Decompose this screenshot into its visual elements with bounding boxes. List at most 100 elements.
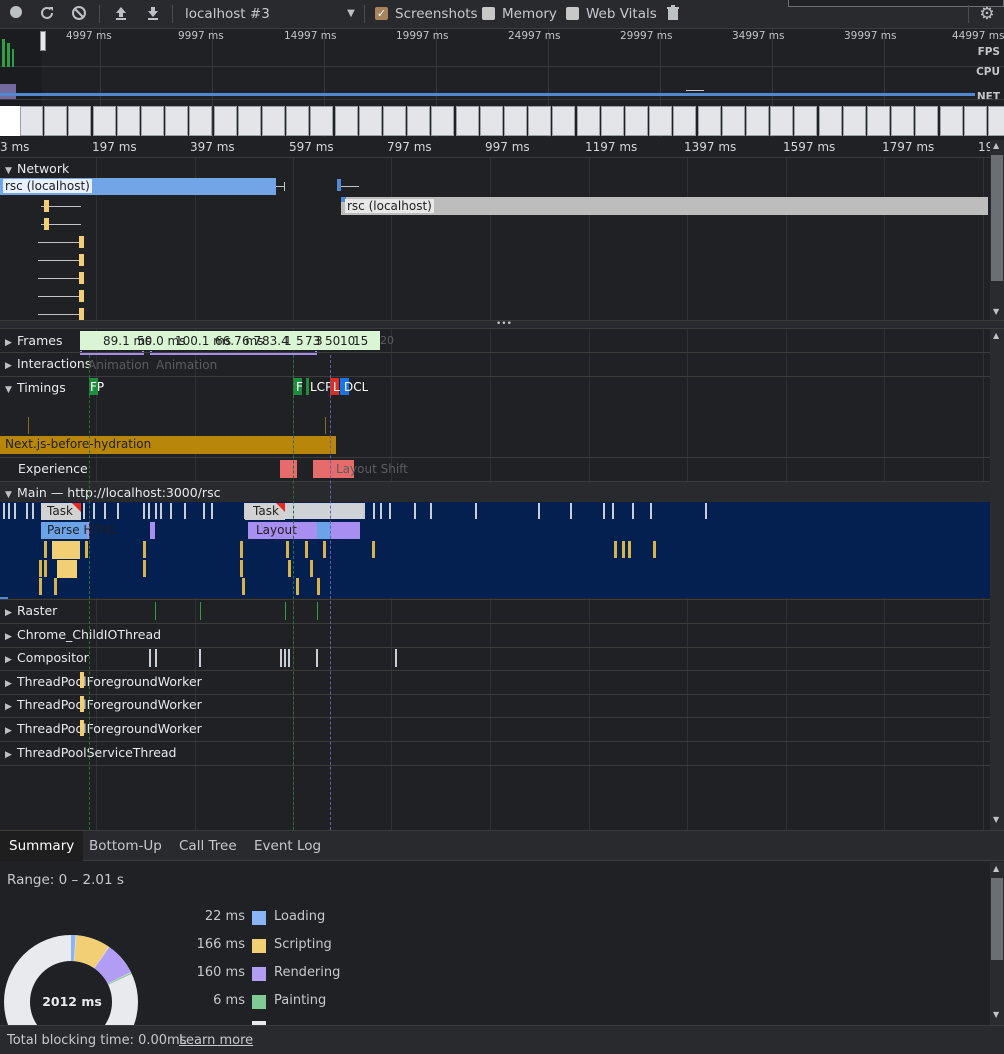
interactions-track-header[interactable]: ▶ Interactions	[5, 356, 91, 371]
scroll-down-icon[interactable]: ▼	[993, 307, 999, 316]
event-bar[interactable]	[632, 503, 634, 519]
event-bar[interactable]	[414, 503, 416, 519]
resize-handle-icon[interactable]: •••	[496, 320, 512, 329]
raster-event[interactable]	[155, 602, 156, 620]
network-track[interactable]: ▼ Network rsc (localhost) rsc (localhost)	[0, 158, 990, 320]
event-bar[interactable]	[83, 503, 85, 519]
compositor-event[interactable]	[316, 649, 318, 667]
tab-summary[interactable]: Summary	[0, 831, 84, 861]
script-bar[interactable]	[286, 541, 289, 558]
event-bar[interactable]	[373, 503, 375, 519]
script-bar[interactable]	[44, 541, 47, 558]
garbage-collect-icon[interactable]	[664, 5, 682, 23]
script-bar[interactable]	[57, 560, 77, 578]
event-bar[interactable]	[8, 503, 10, 519]
tab-event-log[interactable]: Event Log	[245, 831, 330, 861]
compositor-event[interactable]	[395, 649, 397, 667]
scrollbar-thumb[interactable]	[991, 878, 1003, 960]
script-bar[interactable]	[242, 578, 245, 595]
scroll-down-icon[interactable]: ▼	[993, 1010, 999, 1019]
scroll-down-icon[interactable]: ▼	[993, 815, 999, 824]
event-bar[interactable]	[117, 503, 119, 519]
event-bar[interactable]	[603, 503, 605, 519]
event-bar[interactable]	[32, 503, 34, 519]
timings-track-header[interactable]: ▼ Timings	[5, 380, 66, 395]
expand-triangle-icon[interactable]: ▼	[5, 166, 17, 176]
script-bar[interactable]	[240, 541, 243, 558]
script-bar[interactable]	[288, 560, 291, 577]
scrollbar-thumb[interactable]	[991, 155, 1003, 281]
request-bar[interactable]	[79, 272, 84, 284]
expand-triangle-icon[interactable]: ▼	[5, 490, 17, 500]
compositor-event[interactable]	[280, 649, 282, 667]
worker-event[interactable]	[80, 696, 84, 712]
expand-triangle-icon[interactable]: ▶	[5, 608, 17, 618]
script-bar[interactable]	[39, 560, 42, 577]
save-profile-icon[interactable]	[144, 5, 162, 23]
event-bar[interactable]	[570, 503, 572, 519]
request-bar[interactable]	[79, 290, 84, 302]
screenshots-checkbox[interactable]: ✓	[375, 7, 388, 20]
thread-header[interactable]: ▶ ThreadPoolServiceThread	[5, 745, 176, 760]
web-vitals-checkbox[interactable]	[566, 7, 579, 20]
scroll-up-icon[interactable]: ▲	[993, 141, 999, 150]
request-bar[interactable]	[79, 254, 84, 266]
script-bar[interactable]	[653, 541, 656, 558]
event-bar[interactable]	[203, 503, 205, 519]
event-bar[interactable]	[380, 503, 382, 519]
event-bar[interactable]	[211, 503, 213, 519]
tab-call-tree[interactable]: Call Tree	[170, 831, 246, 861]
event-bar[interactable]	[26, 503, 28, 519]
main-thread-header[interactable]: ▼ Main — http://localhost:3000/rsc	[5, 485, 220, 500]
frames-track-header[interactable]: ▶ Frames	[5, 333, 62, 348]
compositor-event[interactable]	[155, 649, 157, 667]
event-bar[interactable]	[475, 503, 477, 519]
raster-event[interactable]	[317, 602, 318, 620]
script-bar[interactable]	[310, 560, 313, 577]
script-bar[interactable]	[85, 541, 88, 558]
thread-header[interactable]: ▶ Raster	[5, 603, 57, 618]
event-bar[interactable]	[155, 503, 157, 519]
event-bar[interactable]	[363, 503, 365, 519]
event-bar[interactable]	[650, 503, 652, 519]
split-resizer[interactable]: •••	[0, 320, 1004, 329]
expand-triangle-icon[interactable]: ▶	[5, 361, 17, 371]
event-bar[interactable]	[160, 503, 162, 519]
event-bar[interactable]	[705, 503, 707, 519]
memory-checkbox[interactable]	[482, 7, 495, 20]
chevron-down-icon[interactable]: ▼	[342, 5, 360, 23]
selection-handle[interactable]	[40, 31, 46, 51]
task-bar[interactable]	[285, 503, 363, 519]
network-scrollbar[interactable]: ▲ ▼	[990, 140, 1004, 320]
event-bar[interactable]	[148, 503, 150, 519]
expand-triangle-icon[interactable]: ▶	[5, 679, 17, 689]
flame-chart[interactable]: ▶ Frames 89.1 ms 50.0 ms 100.1 ms 66.7 ms 6.7…	[0, 329, 990, 830]
thread-header[interactable]: ▶ ThreadPoolForegroundWorker	[5, 697, 202, 712]
script-bar[interactable]	[372, 541, 375, 558]
script-bar[interactable]	[296, 578, 299, 595]
event-bar[interactable]	[3, 503, 5, 519]
expand-triangle-icon[interactable]: ▶	[5, 750, 17, 760]
flame-scrollbar[interactable]: ▲ ▼	[990, 329, 1004, 830]
experience-track-header[interactable]: Experience	[18, 461, 88, 476]
network-track-header[interactable]: ▼ Network	[5, 161, 69, 176]
script-bar[interactable]	[323, 541, 326, 558]
script-bar[interactable]	[317, 578, 320, 595]
request-bar[interactable]	[44, 200, 49, 212]
event-bar[interactable]	[104, 503, 106, 519]
load-profile-icon[interactable]	[112, 5, 130, 23]
record-icon[interactable]	[7, 5, 25, 23]
network-request-bar[interactable]	[341, 197, 988, 215]
script-bar[interactable]	[52, 541, 80, 559]
expand-triangle-icon[interactable]: ▶	[5, 338, 17, 348]
expand-triangle-icon[interactable]: ▼	[5, 385, 17, 395]
event-bar[interactable]	[184, 503, 186, 519]
parse-bar[interactable]	[317, 522, 331, 539]
tab-bottom-up[interactable]: Bottom-Up	[80, 831, 171, 861]
request-bar[interactable]	[44, 218, 49, 230]
script-bar[interactable]	[44, 560, 47, 577]
raster-event[interactable]	[200, 602, 201, 620]
compositor-event[interactable]	[149, 649, 151, 667]
expand-triangle-icon[interactable]: ▶	[5, 726, 17, 736]
layout-bar[interactable]	[150, 522, 155, 539]
